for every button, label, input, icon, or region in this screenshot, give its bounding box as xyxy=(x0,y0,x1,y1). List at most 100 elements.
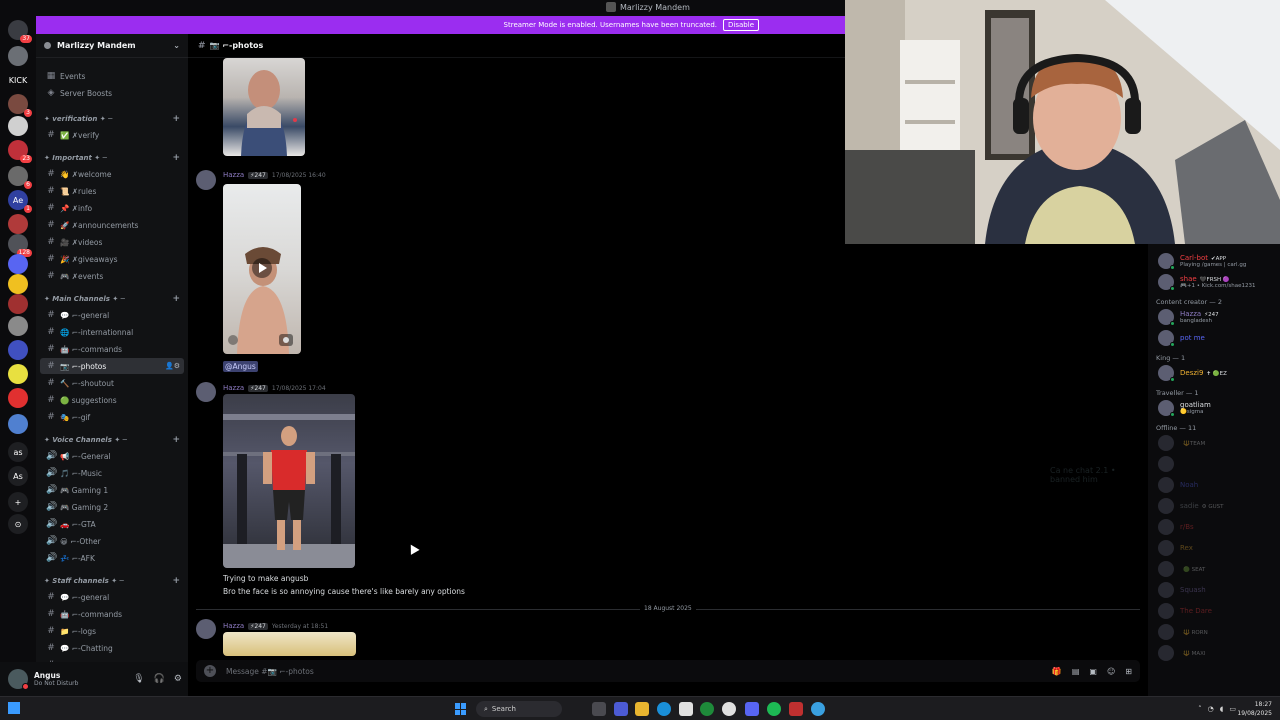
channel-category[interactable]: ✦ Voice Channels ✦ ─ + xyxy=(44,434,180,446)
gif-icon[interactable]: ▤ xyxy=(1072,667,1080,676)
member-item[interactable]: Squash xyxy=(1158,581,1209,599)
member-item[interactable]: r/Bs xyxy=(1158,518,1197,536)
voice-channel[interactable]: 🔊 💤 ⌐-AFK xyxy=(40,550,184,566)
microphone-icon[interactable]: 🎙 xyxy=(133,674,144,684)
text-channel[interactable]: # 💬 ⌐-Chatting xyxy=(40,640,184,656)
text-channel[interactable]: # 📷 ⌐-photos 👤⚙ xyxy=(40,358,184,374)
xbox-icon[interactable] xyxy=(700,702,714,716)
message-composer[interactable]: + Message #📷 ⌐-photos 🎁 ▤ ▣ ☺ ⊞ xyxy=(196,660,1140,682)
server-icon[interactable] xyxy=(8,340,28,360)
message-image[interactable] xyxy=(223,394,355,568)
server-icon[interactable]: 128 xyxy=(8,234,32,257)
volume-icon[interactable]: ◖ xyxy=(1220,705,1224,713)
member-item[interactable] xyxy=(1158,455,1183,473)
sticker-icon[interactable]: ▣ xyxy=(1089,667,1097,676)
wifi-icon[interactable]: ◔ xyxy=(1208,705,1214,713)
text-channel[interactable]: # 📌 ✗info xyxy=(40,200,184,216)
server-icon[interactable] xyxy=(8,116,28,136)
server-icon[interactable] xyxy=(8,364,28,384)
add-attachment-icon[interactable]: + xyxy=(204,665,216,677)
server-icon[interactable] xyxy=(8,294,28,314)
app-icon[interactable] xyxy=(811,702,825,716)
member-item[interactable]: pot me xyxy=(1158,329,1208,347)
member-item[interactable]: sadie ⚙ GUST xyxy=(1158,497,1223,515)
headphones-icon[interactable]: 🎧 xyxy=(154,674,165,684)
member-item[interactable]: Noah xyxy=(1158,476,1201,494)
teams-icon[interactable] xyxy=(614,702,628,716)
text-channel[interactable]: # 🌐 ⌐-internationnal xyxy=(40,324,184,340)
create-channel-icon[interactable]: + xyxy=(172,435,180,445)
text-channel[interactable]: # 🟢 suggestions xyxy=(40,392,184,408)
member-item[interactable]: goatliam 🟡sigma xyxy=(1158,399,1214,417)
server-icon[interactable]: + xyxy=(8,492,28,512)
member-item[interactable]: Deszi9 ✝ 🟢EZ xyxy=(1158,364,1227,382)
edge-icon[interactable] xyxy=(657,702,671,716)
task-view-icon[interactable] xyxy=(592,702,606,716)
text-channel[interactable]: # 🎭 ⌐-gif xyxy=(40,409,184,425)
chevron-up-icon[interactable]: ˄ xyxy=(1198,705,1202,713)
server-icon[interactable]: ⊙ xyxy=(8,514,28,534)
voice-channel[interactable]: 🔊 😀 ⌐-Other xyxy=(40,533,184,549)
server-icon[interactable] xyxy=(8,274,28,294)
disable-streamer-mode-button[interactable]: Disable xyxy=(723,19,759,31)
member-item[interactable]: shae 🖤FRSH 🟣 🎮+1 • Kick.com/shae1231 xyxy=(1158,273,1256,291)
text-channel[interactable]: # 🎮 ✗events xyxy=(40,268,184,284)
server-icon[interactable] xyxy=(8,414,28,434)
message-author[interactable]: Hazza xyxy=(223,171,244,179)
text-channel[interactable]: # 🤖 ⌐-commands xyxy=(40,341,184,357)
chevron-down-icon[interactable]: ⌄ xyxy=(173,41,180,50)
text-channel[interactable]: # 🚀 ✗announcements xyxy=(40,217,184,233)
member-item[interactable]: Rex xyxy=(1158,539,1196,557)
voice-channel[interactable]: 🔊 🎮 Gaming 2 xyxy=(40,499,184,515)
channel-category[interactable]: ✦ Important ✦ ─ + xyxy=(44,152,180,164)
sidebar-item-server-boosts[interactable]: ◈ Server Boosts xyxy=(40,85,184,101)
member-item[interactable]: Hazza ⚡247 bangladesh xyxy=(1158,308,1219,326)
server-icon[interactable]: 3 xyxy=(8,94,32,117)
server-icon[interactable] xyxy=(8,46,28,66)
emoji-icon[interactable]: ☺ xyxy=(1107,667,1115,676)
member-item[interactable]: 🔱 MAXI xyxy=(1158,644,1206,662)
taskbar-search[interactable]: ⌕ Search xyxy=(476,701,562,717)
server-icon[interactable]: As xyxy=(8,466,28,486)
message-image[interactable] xyxy=(223,632,356,656)
server-icon[interactable]: 23 xyxy=(8,140,32,163)
create-channel-icon[interactable]: + xyxy=(172,294,180,304)
discord-icon[interactable] xyxy=(745,702,759,716)
voice-channel[interactable]: 🔊 🎵 ⌐-Music xyxy=(40,465,184,481)
member-item[interactable]: Carl-bot ✔APP Playing /games | carl.gg xyxy=(1158,252,1246,270)
channel-category[interactable]: ✦ verification ✦ ─ + xyxy=(44,113,180,125)
member-item[interactable]: 🟢 SEAT xyxy=(1158,560,1205,578)
gear-icon[interactable]: ⚙ xyxy=(174,674,182,684)
member-item[interactable]: The Dare xyxy=(1158,602,1215,620)
text-channel[interactable]: # 🤖 ⌐-commands xyxy=(40,606,184,622)
guild-header[interactable]: Marlizzy Mandem ⌄ xyxy=(36,34,188,58)
avatar[interactable] xyxy=(8,669,29,690)
server-icon[interactable]: 6 xyxy=(8,166,32,189)
voice-channel[interactable]: 🔊 🚗 ⌐-GTA xyxy=(40,516,184,532)
message-avatar[interactable] xyxy=(196,619,216,639)
text-channel[interactable]: # 📜 ✗rules xyxy=(40,183,184,199)
server-icon[interactable] xyxy=(8,254,28,274)
text-channel[interactable]: # 👋 ✗welcome xyxy=(40,166,184,182)
server-icon[interactable] xyxy=(8,388,28,408)
server-icon[interactable]: 37 xyxy=(8,20,32,43)
windows-start-icon[interactable] xyxy=(455,703,467,715)
file-explorer-icon[interactable] xyxy=(635,702,649,716)
server-icon[interactable] xyxy=(8,214,28,234)
message-avatar[interactable] xyxy=(196,382,216,402)
gift-icon[interactable]: 🎁 xyxy=(1052,667,1062,676)
create-channel-icon[interactable]: + xyxy=(172,114,180,124)
text-channel[interactable]: # ✅ ✗verify xyxy=(40,127,184,143)
spotify-icon[interactable] xyxy=(767,702,781,716)
channel-settings-icon[interactable]: 👤⚙ xyxy=(165,362,180,370)
widgets-icon[interactable] xyxy=(8,702,20,714)
voice-channel[interactable]: 🔊 🎮 Gaming 1 xyxy=(40,482,184,498)
server-icon[interactable]: as xyxy=(8,442,28,462)
sidebar-item-events[interactable]: ▦ Events xyxy=(40,68,184,84)
text-channel[interactable]: # 💬 ⌐-general xyxy=(40,307,184,323)
member-item[interactable]: 🔱TEAM xyxy=(1158,434,1205,452)
store-icon[interactable] xyxy=(679,702,693,716)
text-channel[interactable]: # 🎥 ✗videos xyxy=(40,234,184,250)
clock[interactable]: 18:27 19/08/2025 xyxy=(1237,700,1272,718)
user-mention[interactable]: @Angus xyxy=(223,361,258,372)
